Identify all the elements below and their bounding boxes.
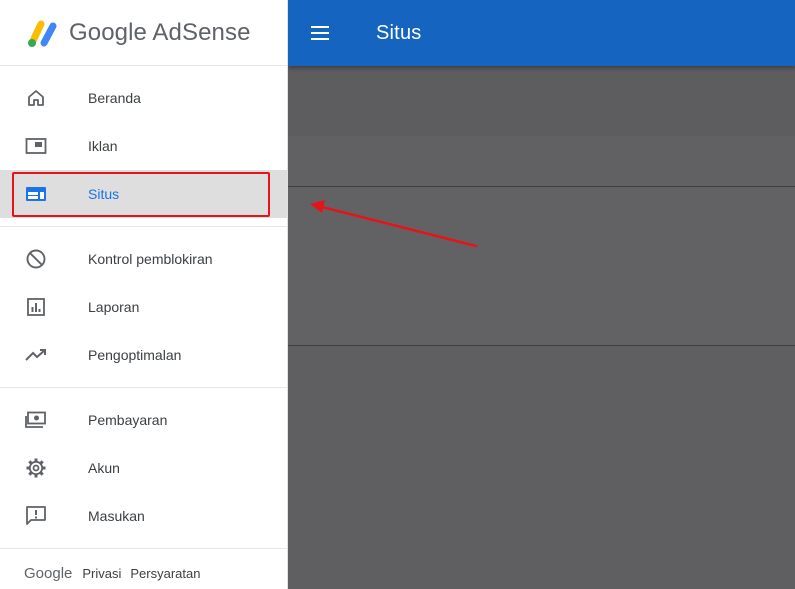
hamburger-menu-icon[interactable]	[311, 25, 333, 41]
sidebar-item-situs[interactable]: Situs	[0, 170, 287, 218]
home-icon	[24, 86, 48, 110]
drawer-footer: Google Privasi Persyaratan	[0, 549, 287, 589]
trending-up-icon	[24, 343, 48, 367]
sidebar-item-label: Kontrol pemblokiran	[88, 251, 213, 267]
nav-group-tools: Kontrol pemblokiran Laporan Pengoptimala…	[0, 227, 287, 388]
sidebar-item-iklan[interactable]: Iklan	[0, 122, 287, 170]
sidebar-item-pengoptimalan[interactable]: Pengoptimalan	[0, 331, 287, 379]
gear-icon	[24, 456, 48, 480]
payments-icon	[24, 408, 48, 432]
adsense-logo-icon	[28, 20, 57, 47]
main-content-scrim[interactable]	[288, 66, 795, 589]
nav-group-main: Beranda Iklan Situs	[0, 66, 287, 227]
ad-unit-icon	[24, 134, 48, 158]
sidebar-item-label: Pembayaran	[88, 412, 168, 428]
sidebar-item-label: Akun	[88, 460, 120, 476]
google-wordmark: Google	[24, 564, 73, 582]
content-band	[288, 346, 795, 589]
navigation-drawer: Google AdSense Beranda Iklan Situs Kontr…	[0, 0, 288, 589]
page-title: Situs	[376, 21, 422, 44]
brand-header: Google AdSense	[0, 0, 287, 66]
web-icon	[24, 182, 48, 206]
block-icon	[24, 247, 48, 271]
content-band	[288, 187, 795, 345]
sidebar-item-beranda[interactable]: Beranda	[0, 74, 287, 122]
adsense-app: Situs Google AdSense Beranda Iklan Situs…	[0, 0, 795, 589]
sidebar-item-akun[interactable]: Akun	[0, 444, 287, 492]
sidebar-item-label: Situs	[88, 186, 120, 202]
content-band	[288, 136, 795, 186]
sidebar-item-label: Laporan	[88, 299, 140, 315]
nav-group-account: Pembayaran Akun Masukan	[0, 388, 287, 549]
report-chart-icon	[24, 295, 48, 319]
sidebar-item-kontrol-pemblokiran[interactable]: Kontrol pemblokiran	[0, 235, 287, 283]
brand-name: Google AdSense	[69, 18, 251, 46]
sidebar-item-laporan[interactable]: Laporan	[0, 283, 287, 331]
privacy-link[interactable]: Privasi	[82, 566, 121, 581]
sidebar-item-label: Masukan	[88, 508, 145, 524]
feedback-icon	[24, 504, 48, 528]
terms-link[interactable]: Persyaratan	[130, 566, 200, 581]
top-app-bar: Situs	[288, 0, 795, 66]
sidebar-item-pembayaran[interactable]: Pembayaran	[0, 396, 287, 444]
content-band	[288, 66, 795, 136]
annotation-highlight-box	[12, 172, 270, 217]
sidebar-item-label: Iklan	[88, 138, 118, 154]
sidebar-item-label: Beranda	[88, 90, 141, 106]
sidebar-item-label: Pengoptimalan	[88, 347, 182, 363]
sidebar-item-masukan[interactable]: Masukan	[0, 492, 287, 540]
